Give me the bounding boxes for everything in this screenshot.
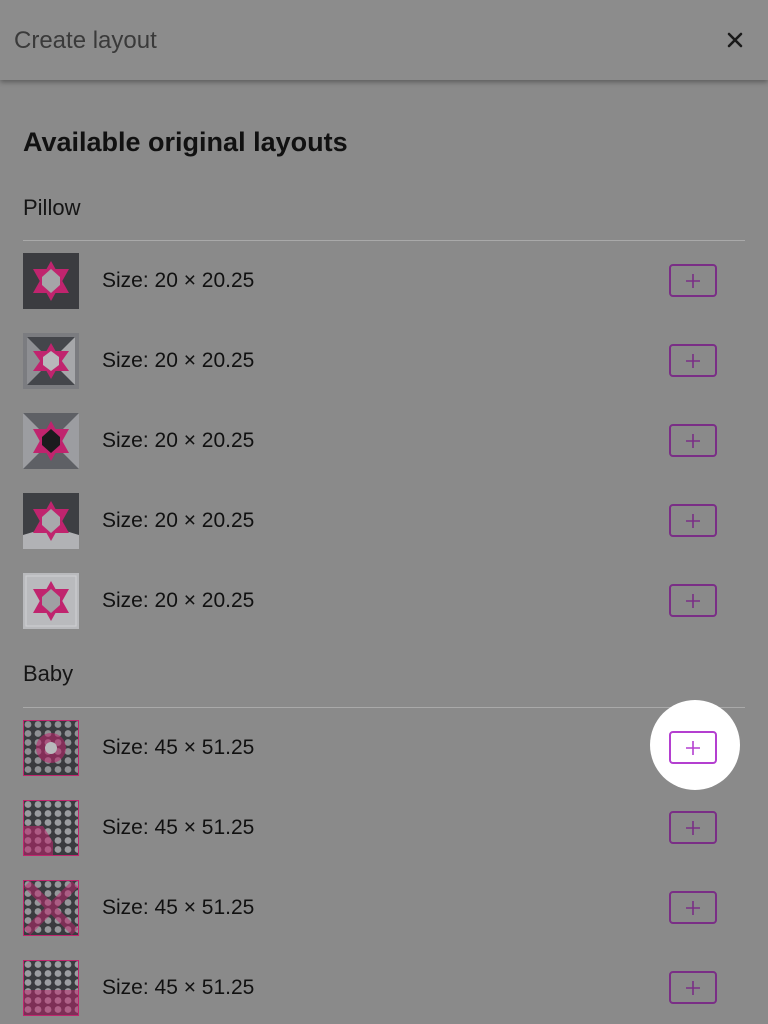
list-item: Size: 20 × 20.25 <box>0 321 768 401</box>
page-heading: Available original layouts <box>23 127 348 157</box>
layout-thumbnail <box>23 960 79 1016</box>
section-title-baby: Baby <box>23 661 74 686</box>
plus-icon <box>686 900 700 915</box>
plus-icon <box>686 353 700 368</box>
add-layout-button[interactable] <box>669 424 717 457</box>
add-layout-button[interactable] <box>669 811 717 844</box>
list-item: Size: 20 × 20.25 <box>0 241 768 321</box>
plus-icon <box>686 820 700 835</box>
add-layout-button[interactable] <box>669 891 717 924</box>
list-item: Size: 45 × 51.25 <box>0 948 768 1024</box>
add-layout-button[interactable] <box>669 504 717 537</box>
section-title-pillow: Pillow <box>23 195 81 220</box>
layout-list: Available original layouts Pillow Size: … <box>0 80 768 1024</box>
plus-icon <box>686 740 700 755</box>
add-layout-button[interactable] <box>669 731 717 764</box>
layout-thumbnail <box>23 253 79 309</box>
add-layout-button[interactable] <box>669 344 717 377</box>
layout-size-label: Size: 20 × 20.25 <box>102 589 255 612</box>
layout-thumbnail <box>23 880 79 936</box>
list-item: Size: 45 × 51.25 <box>0 788 768 868</box>
close-button[interactable] <box>720 24 750 56</box>
list-item: Size: 45 × 51.25 <box>0 708 768 788</box>
list-item: Size: 20 × 20.25 <box>0 561 768 641</box>
layout-thumbnail <box>23 333 79 389</box>
layout-thumbnail <box>23 493 79 549</box>
layout-size-label: Size: 45 × 51.25 <box>102 736 255 759</box>
plus-icon <box>686 593 700 608</box>
layout-thumbnail <box>23 573 79 629</box>
plus-icon <box>686 513 700 528</box>
list-item: Size: 20 × 20.25 <box>0 481 768 561</box>
plus-icon <box>686 433 700 448</box>
dialog-title: Create layout <box>14 27 157 54</box>
layout-thumbnail <box>23 720 79 776</box>
layout-size-label: Size: 20 × 20.25 <box>102 269 255 292</box>
plus-icon <box>686 273 700 288</box>
add-layout-button[interactable] <box>669 584 717 617</box>
add-layout-button[interactable] <box>669 264 717 297</box>
dialog-header: Create layout <box>0 0 768 80</box>
layout-size-label: Size: 45 × 51.25 <box>102 976 255 999</box>
add-layout-button[interactable] <box>669 971 717 1004</box>
layout-size-label: Size: 45 × 51.25 <box>102 896 255 919</box>
layout-thumbnail <box>23 413 79 469</box>
layout-thumbnail <box>23 800 79 856</box>
layout-size-label: Size: 20 × 20.25 <box>102 429 255 452</box>
layout-size-label: Size: 20 × 20.25 <box>102 349 255 372</box>
list-item: Size: 20 × 20.25 <box>0 401 768 481</box>
list-item: Size: 45 × 51.25 <box>0 868 768 948</box>
layout-size-label: Size: 45 × 51.25 <box>102 816 255 839</box>
close-icon <box>727 32 743 48</box>
plus-icon <box>686 980 700 995</box>
layout-size-label: Size: 20 × 20.25 <box>102 509 255 532</box>
